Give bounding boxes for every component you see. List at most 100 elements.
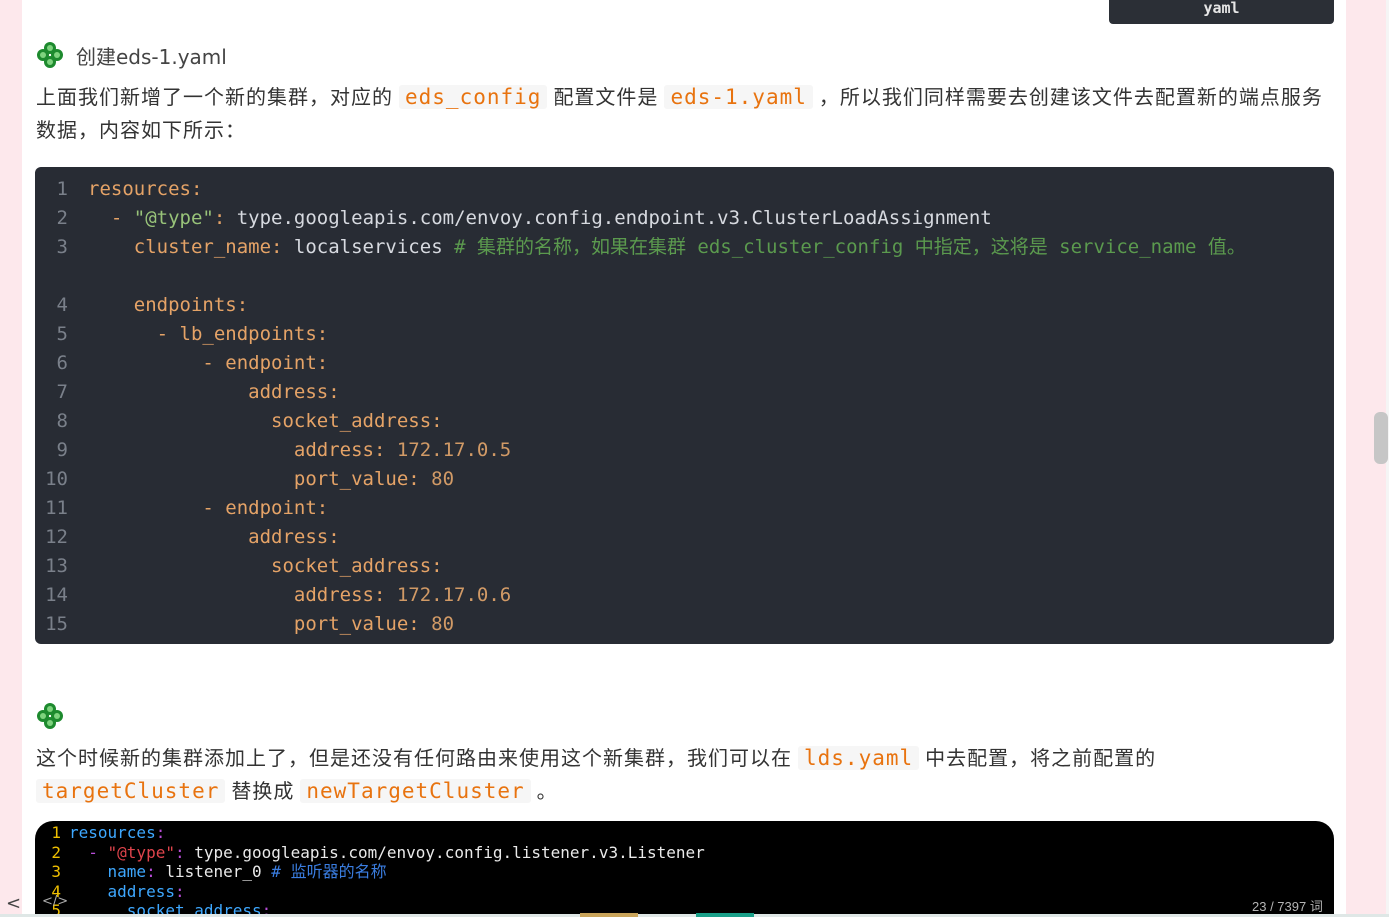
code-token: : [174, 842, 195, 862]
code-token: port_value: [88, 468, 432, 490]
code-token: : [155, 823, 166, 842]
code-token: 172.17.0.5 [396, 439, 512, 461]
code-text: socket_address: [88, 407, 443, 436]
section-heading: 创建eds-1.yaml [36, 40, 227, 70]
line-number: 12 [45, 526, 68, 548]
code-token: socket_address: [88, 555, 443, 577]
code-token: address: [88, 439, 397, 461]
clover-icon [37, 703, 63, 729]
inline-code: lds.yaml [798, 746, 920, 770]
paragraph-text: 配置文件是 [553, 85, 659, 109]
inline-code: eds-1.yaml [664, 85, 813, 109]
code-token: lb_endpoints: [179, 323, 329, 345]
code-token: address: [88, 584, 397, 606]
code-token: 172.17.0.6 [396, 584, 512, 606]
status-accent [696, 913, 754, 917]
code-text: address: [88, 378, 340, 407]
code-token: - [69, 842, 108, 862]
paragraph-text: 这个时候新的集群添加上了，但是还没有任何路由来使用这个新集群，我们可以在 [36, 746, 792, 770]
code-line: 2 - "@type": type.googleapis.com/envoy.c… [35, 843, 1334, 863]
code-token: - [88, 352, 226, 374]
code-text: name: listener_0 # 监听器的名称 [69, 862, 387, 882]
code-token: name [69, 862, 147, 881]
code-line: 13 socket_address: [35, 552, 1334, 581]
code-token: socket_address: [88, 410, 443, 432]
line-number: 3 [51, 862, 61, 881]
line-number: 1 [56, 178, 68, 200]
code-line: 15 port_value: 80 [35, 610, 1334, 639]
code-line: 8 socket_address: [35, 407, 1334, 436]
code-text: - "@type": type.googleapis.com/envoy.con… [88, 204, 992, 233]
code-token: port_value: [88, 613, 432, 635]
code-block-eds[interactable]: 1 resources: 2 - "@type": type.googleapis.… [35, 167, 1334, 644]
code-text: resources: [69, 823, 165, 843]
code-token: - [88, 497, 226, 519]
line-number: 6 [56, 352, 68, 374]
code-token: address: [88, 526, 340, 548]
scrollbar-thumb[interactable] [1374, 412, 1388, 464]
line-number: 9 [56, 439, 68, 461]
code-token: endpoints: [88, 294, 249, 316]
line-number: 2 [51, 842, 61, 862]
paragraph-intro: 上面我们新增了一个新的集群，对应的 eds_config 配置文件是 eds-1.ya… [36, 81, 1334, 147]
code-text: address: 172.17.0.6 [88, 581, 511, 610]
code-line: 14 address: 172.17.0.6 [35, 581, 1334, 610]
inline-code: targetCluster [36, 779, 226, 803]
chevron-left-icon[interactable]: < [6, 894, 24, 914]
code-token: : [146, 862, 166, 881]
word-count: 23 / 7397 词 [1252, 899, 1323, 914]
clover-icon [37, 42, 63, 68]
article-page: yaml 创建eds-1.yaml 上面我们新增了一个新的集群，对应的 eds_c… [22, 0, 1346, 917]
line-number: 7 [56, 381, 68, 403]
code-token: resources: [88, 178, 203, 200]
line-number: 11 [45, 497, 68, 519]
code-token: cluster_name: [88, 236, 294, 258]
inline-code: eds_config [399, 85, 548, 109]
paragraph-text: 。 [536, 779, 558, 803]
paragraph-text: 中去配置，将之前配置的 [925, 746, 1157, 770]
code-token: # 集群的名称，如果在集群 eds_cluster_config 中指定，这将是… [454, 236, 1246, 258]
section-heading-2 [36, 701, 64, 731]
code-line: 12 address: [35, 523, 1334, 552]
line-number: 14 [45, 584, 68, 606]
code-token: resources [69, 823, 156, 842]
code-language-tab[interactable]: yaml [1109, 0, 1334, 24]
line-number: 4 [56, 294, 68, 316]
code-line: 6 - endpoint: [35, 349, 1334, 378]
code-token: address: [88, 381, 340, 403]
line-number: 1 [51, 823, 61, 842]
code-token: localservices [293, 236, 455, 258]
code-token: : [213, 207, 237, 229]
code-text: resources: [88, 175, 202, 204]
code-token: type.googleapis.com/envoy.config.endpoin… [236, 207, 992, 229]
line-number: 15 [45, 613, 68, 635]
inline-code: newTargetCluster [300, 779, 531, 803]
code-line: 10 port_value: 80 [35, 465, 1334, 494]
code-text: address: 172.17.0.5 [88, 436, 511, 465]
code-line: 3 name: listener_0 # 监听器的名称 [35, 862, 1334, 882]
code-token: listener_0 [165, 862, 272, 881]
code-text: port_value: 80 [88, 610, 454, 639]
code-token: - [88, 207, 134, 229]
code-text: - lb_endpoints: [88, 320, 329, 349]
code-text: cluster_name: localservices # 集群的名称，如果在集… [88, 233, 1308, 291]
line-number: 10 [45, 468, 68, 490]
code-text: endpoints: [88, 291, 248, 320]
code-text: address: [88, 523, 340, 552]
code-token: "@type" [133, 207, 214, 229]
line-number: 3 [56, 236, 68, 258]
code-line: 1 resources: [35, 175, 1334, 204]
code-token: 80 [431, 468, 455, 490]
code-text: - "@type": type.googleapis.com/envoy.con… [69, 843, 705, 863]
code-text: - endpoint: [88, 349, 328, 378]
paragraph-text: 上面我们新增了一个新的集群，对应的 [36, 85, 393, 109]
line-number: 8 [56, 410, 68, 432]
code-line: 4 endpoints: [35, 291, 1334, 320]
code-tag-icon[interactable]: </> [42, 894, 68, 909]
code-token: - [88, 323, 180, 345]
code-text: port_value: 80 [88, 465, 454, 494]
code-line: 1 resources: [35, 823, 1334, 843]
code-token: "@type" [107, 842, 175, 862]
code-text: - endpoint: [88, 494, 328, 523]
code-text: socket_address: [88, 552, 443, 581]
